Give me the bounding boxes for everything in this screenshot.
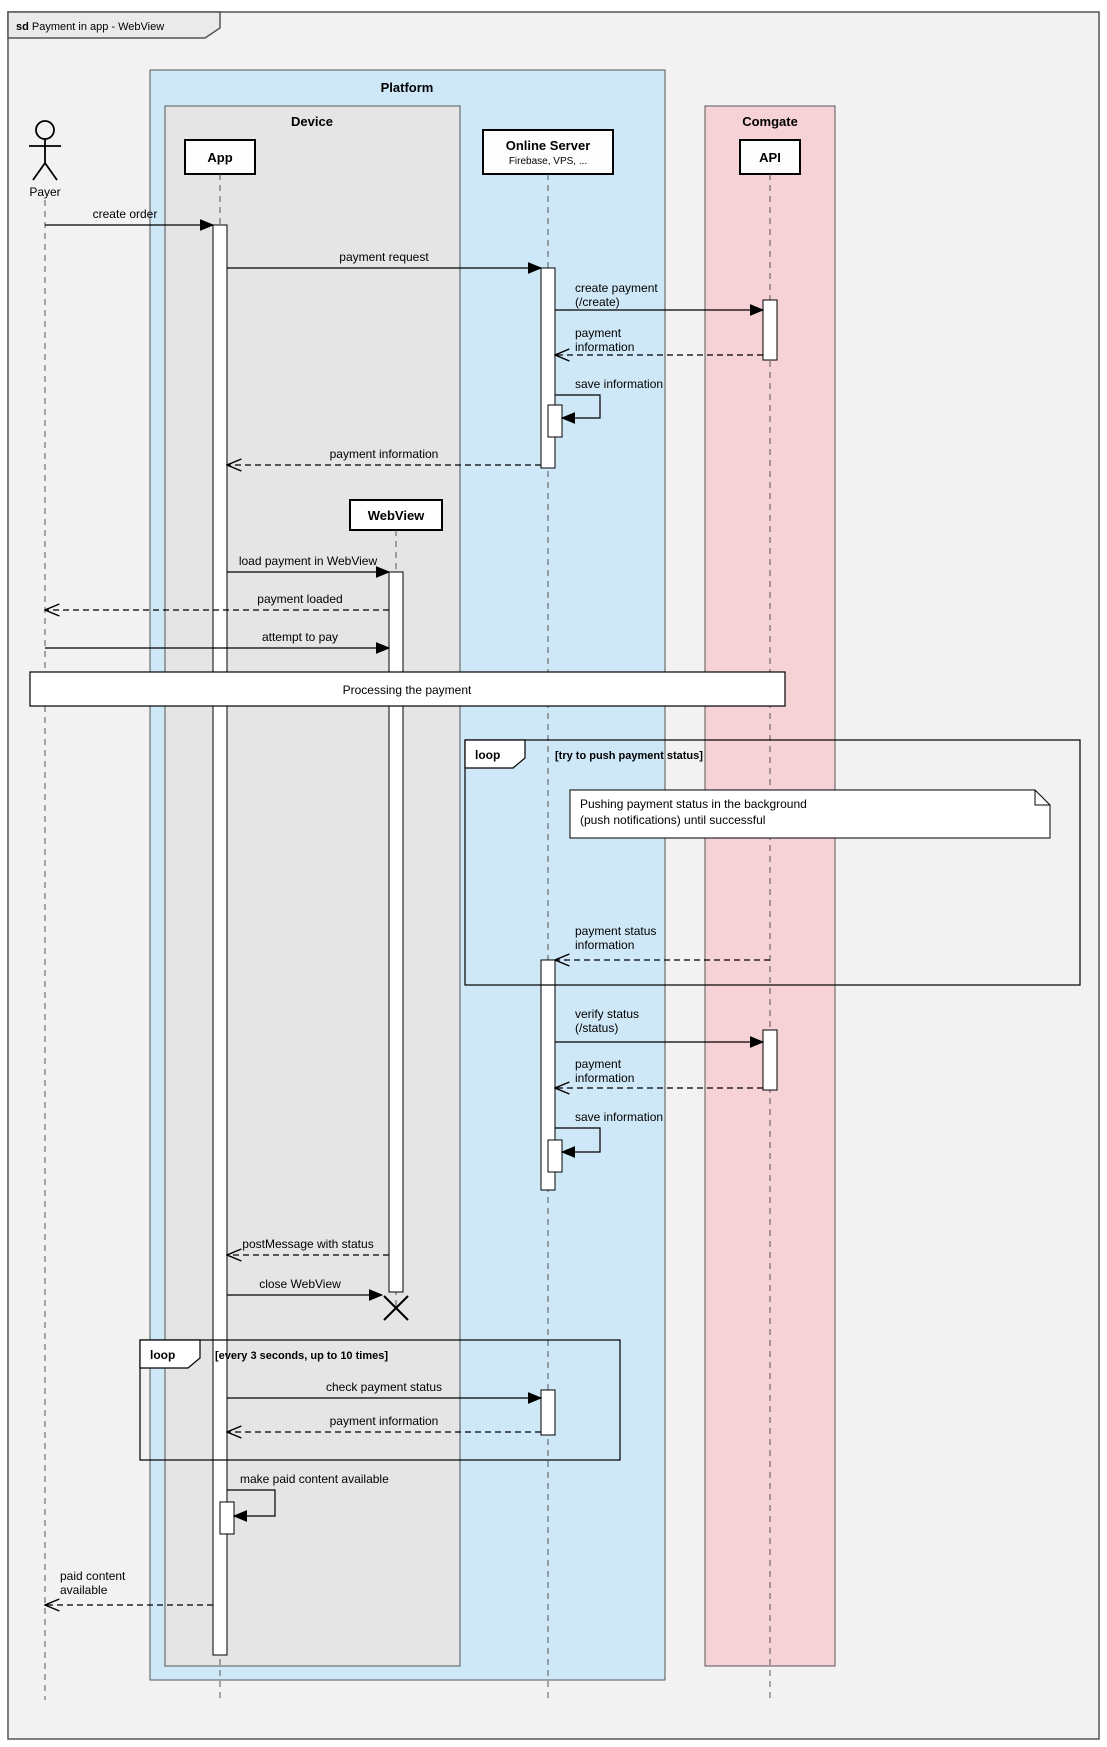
device-label: Device	[291, 114, 333, 129]
attempt-to-pay-label: attempt to pay	[262, 630, 338, 644]
server-activation-3	[541, 1390, 555, 1435]
app-activation-self	[220, 1502, 234, 1534]
loop1-guard: [try to push payment status]	[555, 750, 703, 762]
api-label: API	[759, 150, 781, 165]
post-message-label: postMessage with status	[242, 1237, 373, 1251]
create-order-label: create order	[93, 207, 158, 221]
payment-info-4-label: payment information	[330, 1414, 439, 1428]
payment-loaded-label: payment loaded	[257, 592, 342, 606]
payment-request-label: payment request	[339, 250, 429, 264]
sequence-diagram-svg: sd Payment in app - WebView Platform Dev…	[0, 0, 1107, 1747]
processing-ref-label: Processing the payment	[343, 683, 472, 697]
app-label: App	[207, 150, 232, 165]
api-activation-2	[763, 1030, 777, 1090]
sd-label: sd	[16, 21, 29, 33]
payer-label: Payer	[29, 185, 60, 199]
webview-label: WebView	[368, 508, 425, 523]
server-subtitle: Firebase, VPS, ...	[509, 156, 587, 167]
api-activation-1	[763, 300, 777, 360]
server-activation-1	[541, 268, 555, 468]
loop1-label: loop	[475, 748, 500, 762]
payment-info-2-label: payment information	[330, 447, 439, 461]
app-activation	[213, 225, 227, 1655]
loop2-guard: [every 3 seconds, up to 10 times]	[215, 1350, 388, 1362]
sd-title: Payment in app - WebView	[32, 21, 164, 33]
comgate-label: Comgate	[742, 114, 798, 129]
server-activation-self2	[548, 1140, 562, 1172]
check-payment-status-label: check payment status	[326, 1380, 442, 1394]
make-paid-content-label: make paid content available	[240, 1472, 389, 1486]
server-title: Online Server	[506, 138, 591, 153]
close-webview-label: close WebView	[259, 1277, 341, 1291]
server-activation-self1	[548, 405, 562, 437]
save-info-2-label: save information	[575, 1110, 663, 1124]
platform-label: Platform	[381, 80, 434, 95]
svg-text:sd Payment in app - WebView: sd Payment in app - WebView	[16, 21, 164, 33]
save-info-1-label: save information	[575, 377, 663, 391]
loop2-label: loop	[150, 1348, 175, 1362]
load-payment-label: load payment in WebView	[239, 554, 378, 568]
